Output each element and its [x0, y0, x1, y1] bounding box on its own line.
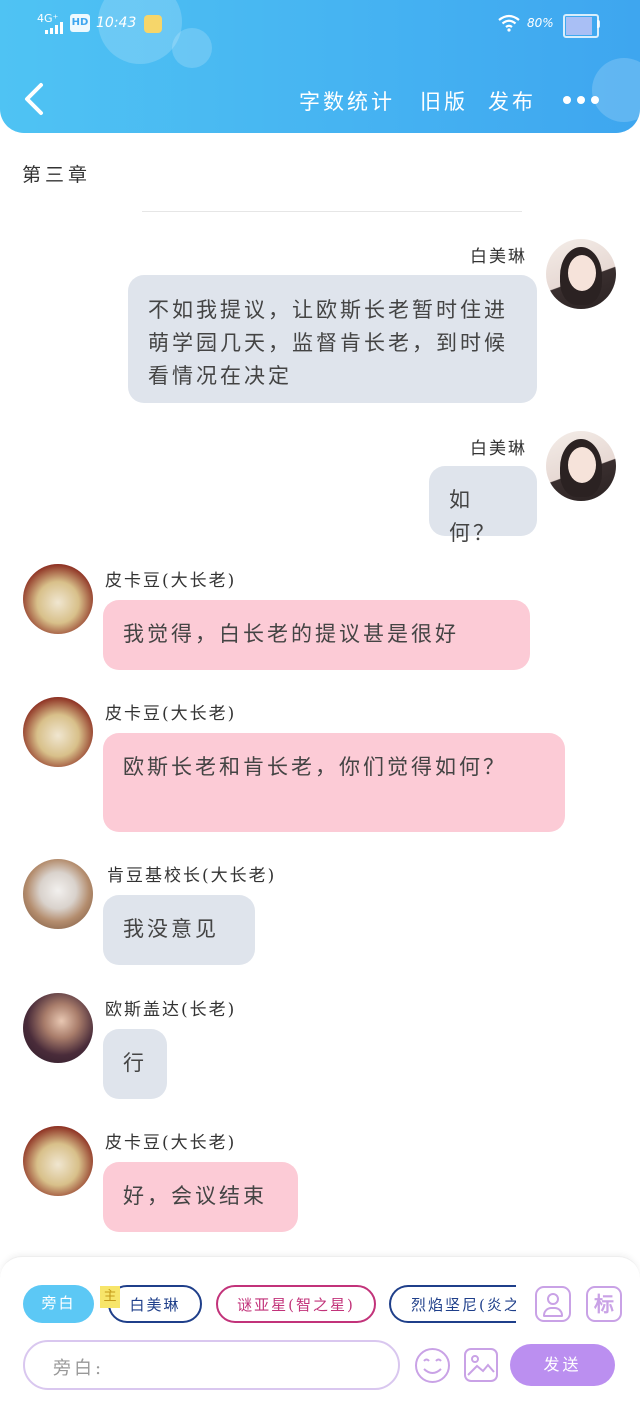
message-bubble[interactable]: 不如我提议，让欧斯长老暂时住进萌学园几天，监督肯长老，到时候看情况在决定 — [128, 275, 537, 403]
send-button[interactable]: 发送 — [510, 1344, 615, 1386]
role-chip-miyaxing[interactable]: 谜亚星(智之星) — [216, 1285, 376, 1323]
message-input[interactable]: 旁白: — [23, 1340, 400, 1390]
avatar-pikadou[interactable] — [23, 1126, 93, 1196]
battery-tip — [597, 20, 600, 28]
old-version-button[interactable]: 旧版 — [420, 86, 468, 116]
sender-name: 皮卡豆(大长老) — [105, 571, 237, 591]
sender-name: 肯豆基校长(大长老) — [107, 866, 277, 886]
divider — [142, 211, 522, 212]
app-notification-icon — [144, 15, 162, 33]
more-icon[interactable] — [563, 96, 599, 104]
character-icon[interactable] — [535, 1286, 571, 1322]
sender-name: 欧斯盖达(长老) — [105, 1000, 237, 1020]
sender-name: 皮卡豆(大长老) — [105, 1133, 237, 1153]
emoji-icon[interactable] — [414, 1347, 451, 1384]
back-icon[interactable] — [22, 82, 46, 116]
role-chip-narrator[interactable]: 旁白 — [23, 1285, 94, 1323]
mark-icon[interactable]: 标 — [586, 1286, 622, 1322]
wifi-icon — [498, 14, 520, 32]
avatar-pikadou[interactable] — [23, 697, 93, 767]
message-bubble[interactable]: 我觉得，白长老的提议甚是很好 — [103, 600, 530, 670]
chapter-title[interactable]: 第三章 — [22, 160, 91, 187]
battery-icon — [563, 14, 599, 38]
avatar-kendouji[interactable] — [23, 859, 93, 929]
sender-name: 白美琳 — [470, 247, 527, 267]
role-chip-bai-meilin[interactable]: 白美琳 — [108, 1285, 202, 1323]
message-bubble[interactable]: 我没意见 — [103, 895, 255, 965]
word-count-button[interactable]: 字数统计 — [299, 86, 395, 116]
main-badge: 主 — [100, 1286, 120, 1308]
avatar-bai-meilin[interactable] — [546, 239, 616, 309]
image-icon[interactable] — [463, 1347, 499, 1383]
sender-name: 皮卡豆(大长老) — [105, 704, 237, 724]
message-bubble[interactable]: 如何？ — [429, 466, 537, 545]
publish-button[interactable]: 发布 — [488, 86, 536, 116]
avatar-pikadou[interactable] — [23, 564, 93, 634]
message-bubble[interactable]: 行 — [103, 1029, 167, 1099]
signal-icon — [45, 22, 67, 34]
message-bubble[interactable]: 欧斯长老和肯长老，你们觉得如何？ — [103, 733, 565, 832]
message-bubble[interactable]: 好，会议结束 — [103, 1162, 298, 1232]
sender-name: 白美琳 — [470, 439, 527, 459]
hd-icon: HD — [70, 14, 90, 32]
status-time: 10:43 — [96, 15, 137, 31]
input-placeholder: 旁白: — [53, 1358, 105, 1379]
avatar-ousigaida[interactable] — [23, 993, 93, 1063]
avatar-bai-meilin[interactable] — [546, 431, 616, 501]
battery-percent: 80% — [527, 16, 554, 30]
role-chip-lieyanjianni[interactable]: 烈焰坚尼(炎之 — [389, 1285, 516, 1323]
